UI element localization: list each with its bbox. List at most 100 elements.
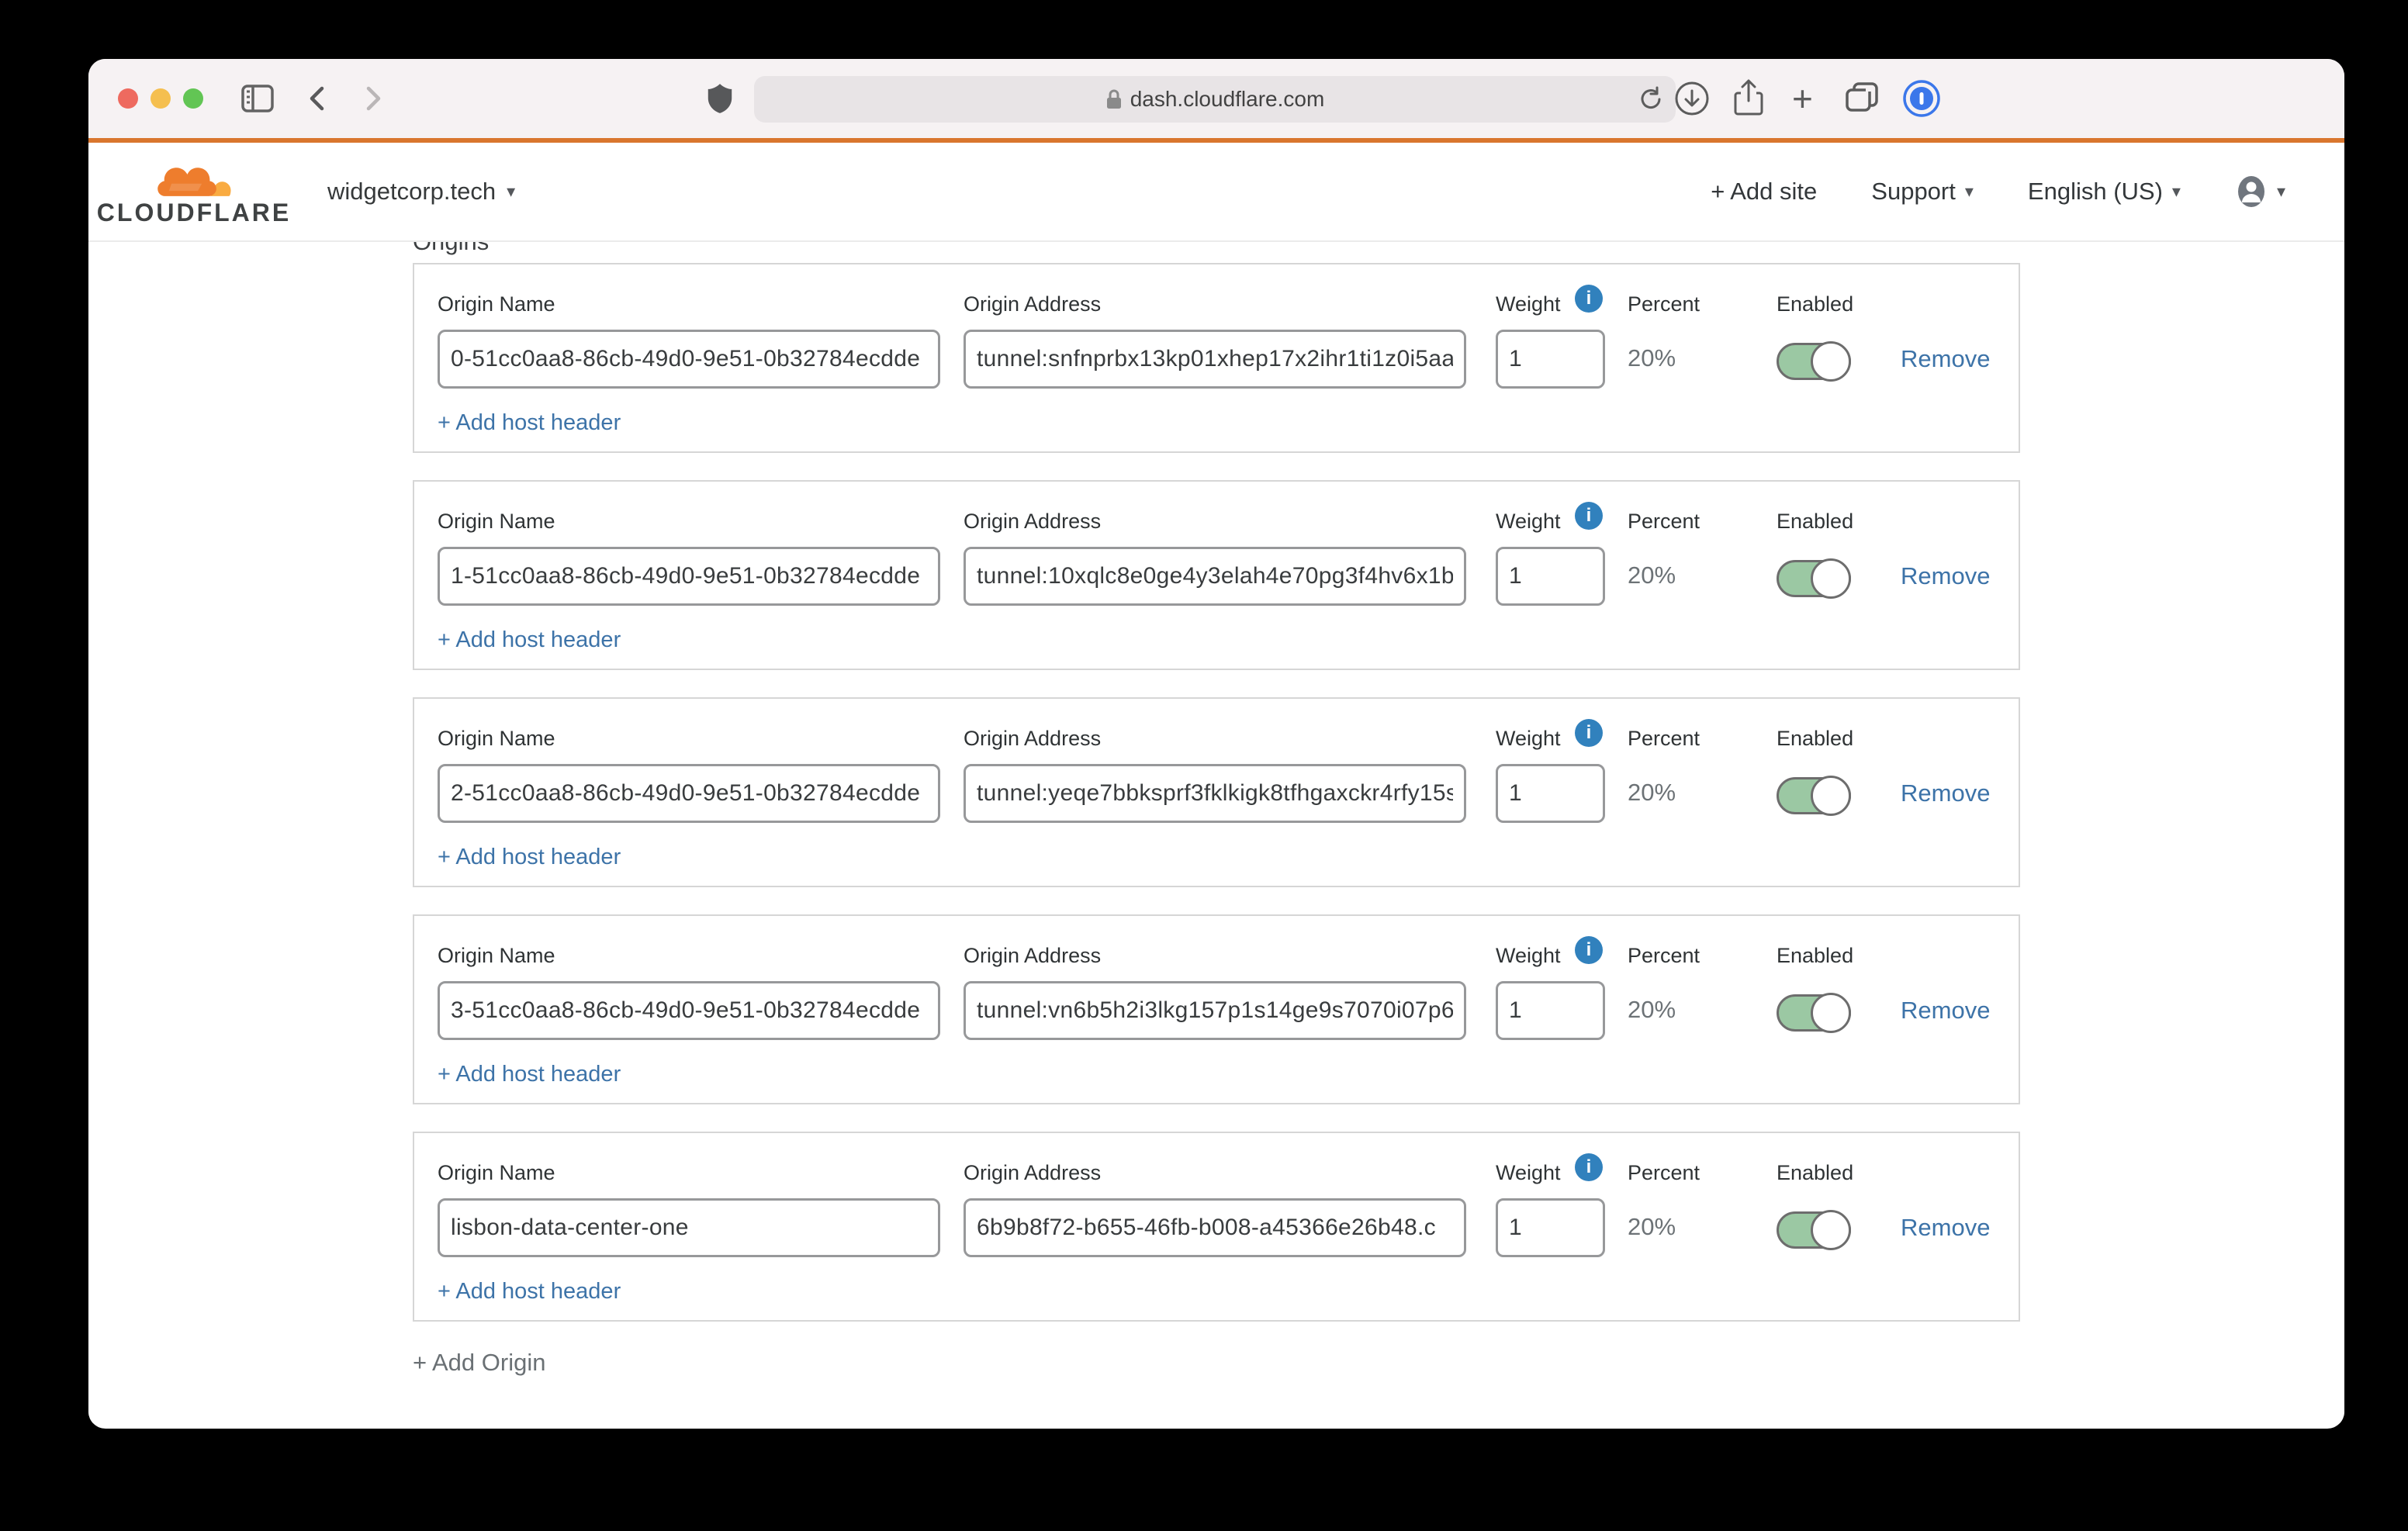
- origin-address-input[interactable]: [964, 764, 1466, 823]
- user-avatar-icon: [2235, 174, 2268, 209]
- remove-origin-link[interactable]: Remove: [1901, 779, 1990, 807]
- info-icon[interactable]: i: [1575, 719, 1603, 747]
- origin-name-input[interactable]: [438, 330, 940, 389]
- origins-section: Origins Origin Name Origin Address Weigh…: [88, 228, 2344, 1423]
- origin-name-label: Origin Name: [438, 727, 555, 751]
- add-origin-link[interactable]: + Add Origin: [413, 1349, 545, 1423]
- weight-input[interactable]: [1496, 330, 1605, 389]
- origin-card: Origin Name Origin Address Weight i Perc…: [413, 697, 2020, 887]
- forward-icon[interactable]: [362, 85, 385, 112]
- percent-label: Percent: [1628, 292, 1700, 316]
- weight-input[interactable]: [1496, 981, 1605, 1040]
- add-site-button[interactable]: + Add site: [1711, 178, 1817, 206]
- origin-name-input[interactable]: [438, 764, 940, 823]
- cloudflare-cloud-icon: [154, 157, 234, 200]
- close-window-button[interactable]: [118, 88, 138, 109]
- weight-label: Weight: [1496, 944, 1561, 968]
- enabled-label: Enabled: [1777, 510, 1853, 534]
- password-manager-icon[interactable]: [1902, 79, 1941, 118]
- weight-label: Weight: [1496, 510, 1561, 534]
- new-tab-icon[interactable]: +: [1792, 81, 1813, 116]
- add-host-header-link[interactable]: + Add host header: [438, 410, 621, 436]
- chevron-down-icon: ▾: [2172, 183, 2181, 200]
- sidebar-toggle-icon[interactable]: [240, 84, 275, 113]
- weight-input[interactable]: [1496, 547, 1605, 606]
- share-icon[interactable]: [1733, 79, 1764, 118]
- weight-label: Weight: [1496, 292, 1561, 316]
- origin-address-label: Origin Address: [964, 510, 1101, 534]
- enabled-toggle[interactable]: [1777, 994, 1851, 1032]
- origin-address-label: Origin Address: [964, 1161, 1101, 1185]
- origin-name-label: Origin Name: [438, 510, 555, 534]
- enabled-label: Enabled: [1777, 944, 1853, 968]
- info-icon[interactable]: i: [1575, 502, 1603, 530]
- origin-card: Origin Name Origin Address Weight i Perc…: [413, 263, 2020, 453]
- origins-list: Origin Name Origin Address Weight i Perc…: [413, 263, 2344, 1322]
- info-icon[interactable]: i: [1575, 936, 1603, 964]
- origin-address-label: Origin Address: [964, 944, 1101, 968]
- back-icon[interactable]: [306, 85, 329, 112]
- add-host-header-link[interactable]: + Add host header: [438, 845, 621, 870]
- toggle-knob: [1811, 776, 1851, 816]
- info-icon[interactable]: i: [1575, 285, 1603, 313]
- reload-icon[interactable]: [1637, 85, 1663, 117]
- cloudflare-wordmark: CLOUDFLARE: [97, 199, 291, 227]
- minimize-window-button[interactable]: [150, 88, 171, 109]
- enabled-label: Enabled: [1777, 1161, 1853, 1185]
- weight-label: Weight: [1496, 727, 1561, 751]
- origin-address-input[interactable]: [964, 1198, 1466, 1257]
- percent-label: Percent: [1628, 1161, 1700, 1185]
- add-host-header-link[interactable]: + Add host header: [438, 627, 621, 653]
- browser-window: dash.cloudflare.com: [88, 59, 2344, 1429]
- remove-origin-link[interactable]: Remove: [1901, 345, 1990, 373]
- origin-name-label: Origin Name: [438, 292, 555, 316]
- origin-name-label: Origin Name: [438, 1161, 555, 1185]
- enabled-toggle[interactable]: [1777, 560, 1851, 597]
- add-site-label: + Add site: [1711, 178, 1817, 206]
- add-host-header-link[interactable]: + Add host header: [438, 1279, 621, 1305]
- privacy-shield-icon[interactable]: [706, 82, 734, 115]
- info-icon[interactable]: i: [1575, 1153, 1603, 1181]
- enabled-label: Enabled: [1777, 292, 1853, 316]
- origin-name-input[interactable]: [438, 547, 940, 606]
- origin-name-input[interactable]: [438, 1198, 940, 1257]
- url-text: dash.cloudflare.com: [1130, 87, 1325, 112]
- language-menu[interactable]: English (US) ▾: [2028, 178, 2181, 206]
- percent-label: Percent: [1628, 727, 1700, 751]
- origin-address-input[interactable]: [964, 547, 1466, 606]
- origin-card: Origin Name Origin Address Weight i Perc…: [413, 914, 2020, 1104]
- enabled-toggle[interactable]: [1777, 777, 1851, 814]
- chevron-down-icon: ▾: [2277, 183, 2285, 200]
- support-menu[interactable]: Support ▾: [1871, 178, 1974, 206]
- cloudflare-logo[interactable]: CLOUDFLARE: [110, 157, 278, 227]
- address-bar[interactable]: dash.cloudflare.com: [754, 76, 1676, 123]
- remove-origin-link[interactable]: Remove: [1901, 1214, 1990, 1242]
- tab-overview-icon[interactable]: [1843, 81, 1880, 116]
- toggle-knob: [1811, 1210, 1851, 1250]
- remove-origin-link[interactable]: Remove: [1901, 562, 1990, 590]
- account-menu[interactable]: ▾: [2235, 174, 2285, 209]
- browser-toolbar: dash.cloudflare.com: [88, 59, 2344, 143]
- enabled-label: Enabled: [1777, 727, 1853, 751]
- origin-name-input[interactable]: [438, 981, 940, 1040]
- percent-value: 20%: [1628, 1213, 1676, 1241]
- site-selector[interactable]: widgetcorp.tech ▾: [327, 178, 515, 206]
- enabled-toggle[interactable]: [1777, 343, 1851, 380]
- add-host-header-link[interactable]: + Add host header: [438, 1062, 621, 1087]
- percent-value: 20%: [1628, 779, 1676, 807]
- origin-address-input[interactable]: [964, 330, 1466, 389]
- percent-value: 20%: [1628, 562, 1676, 589]
- origin-card: Origin Name Origin Address Weight i Perc…: [413, 480, 2020, 670]
- enabled-toggle[interactable]: [1777, 1211, 1851, 1249]
- downloads-icon[interactable]: [1674, 81, 1710, 116]
- origin-address-label: Origin Address: [964, 292, 1101, 316]
- zoom-window-button[interactable]: [183, 88, 203, 109]
- site-selector-label: widgetcorp.tech: [327, 178, 496, 206]
- weight-input[interactable]: [1496, 1198, 1605, 1257]
- weight-input[interactable]: [1496, 764, 1605, 823]
- toggle-knob: [1811, 341, 1851, 382]
- origin-address-input[interactable]: [964, 981, 1466, 1040]
- percent-value: 20%: [1628, 344, 1676, 372]
- percent-label: Percent: [1628, 510, 1700, 534]
- remove-origin-link[interactable]: Remove: [1901, 997, 1990, 1025]
